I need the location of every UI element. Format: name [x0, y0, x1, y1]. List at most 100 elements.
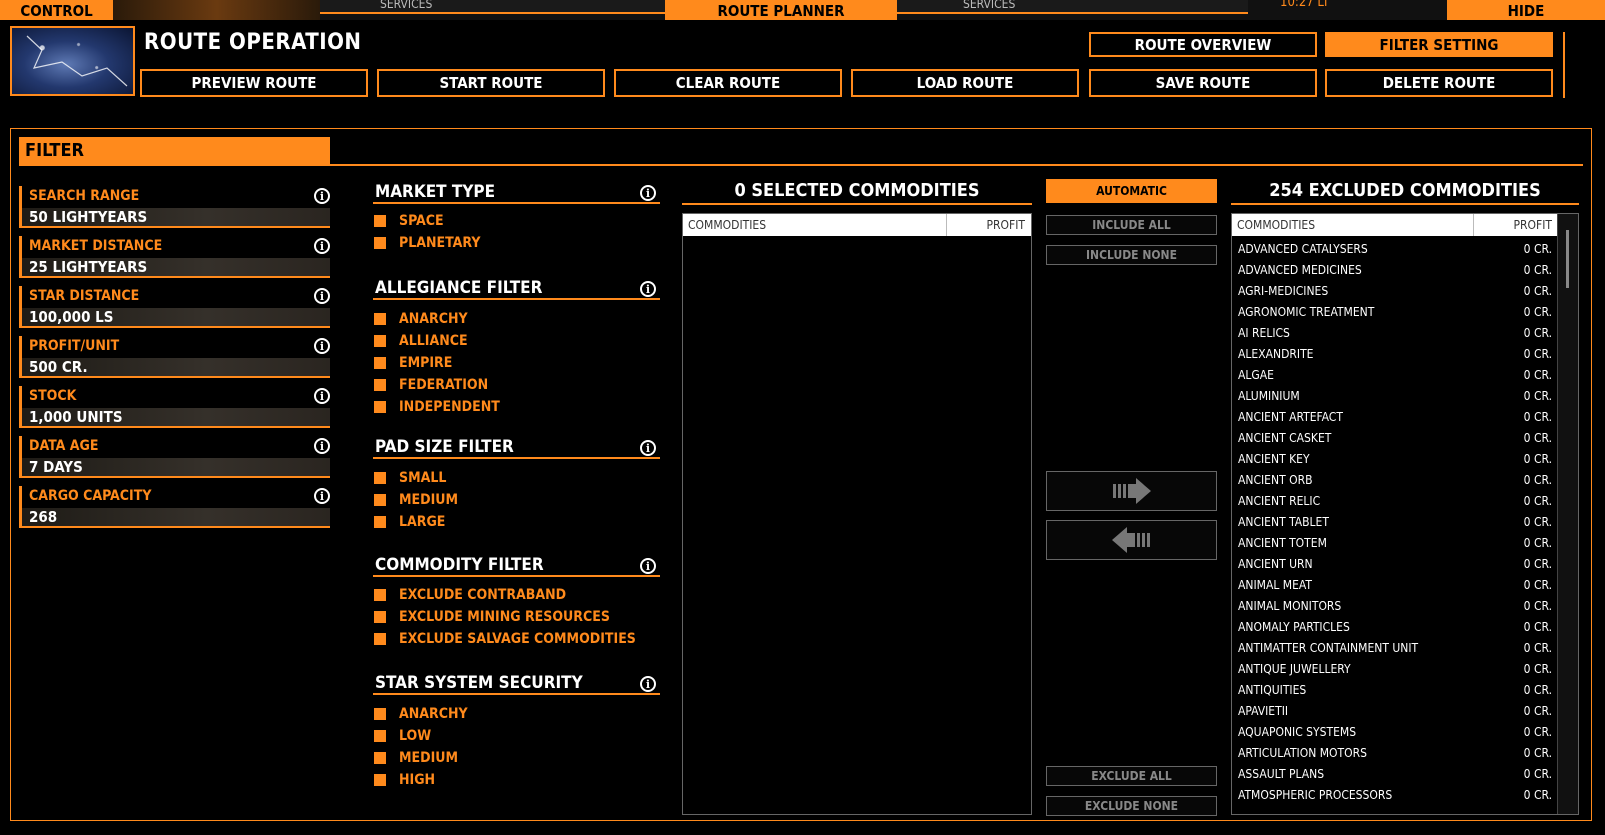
- checkbox-exclude-mining-resources[interactable]: EXCLUDE MINING RESOURCES: [374, 609, 610, 625]
- info-icon[interactable]: i: [640, 440, 656, 456]
- list-item[interactable]: AGRONOMIC TREATMENT 0 CR.: [1238, 302, 1552, 322]
- list-item[interactable]: ASSAULT PLANS 0 CR.: [1238, 764, 1552, 784]
- selected-commodities-list[interactable]: COMMODITIES PROFIT: [682, 213, 1032, 815]
- delete-route-button[interactable]: DELETE ROUTE: [1325, 69, 1553, 97]
- checkbox-large[interactable]: LARGE: [374, 514, 445, 530]
- scrollbar-thumb[interactable]: [1566, 230, 1569, 288]
- list-item[interactable]: ANTIQUITIES 0 CR.: [1238, 680, 1552, 700]
- checkbox-alliance[interactable]: ALLIANCE: [374, 333, 468, 349]
- list-item[interactable]: ANIMAL MEAT 0 CR.: [1238, 575, 1552, 595]
- start-route-button[interactable]: START ROUTE: [377, 69, 605, 97]
- checkbox-exclude-contraband[interactable]: EXCLUDE CONTRABAND: [374, 587, 566, 603]
- list-item[interactable]: ADVANCED CATALYSERS 0 CR.: [1238, 239, 1552, 259]
- list-item[interactable]: ANCIENT RELIC 0 CR.: [1238, 491, 1552, 511]
- checkbox-federation[interactable]: FEDERATION: [374, 377, 488, 393]
- hide-button[interactable]: HIDE: [1447, 0, 1605, 20]
- market-distance-field[interactable]: MARKET DISTANCE i 25 LIGHTYEARS: [19, 236, 330, 278]
- checkbox-box[interactable]: [374, 357, 386, 369]
- list-item[interactable]: ATMOSPHERIC PROCESSORS 0 CR.: [1238, 785, 1552, 805]
- cargo-capacity-field[interactable]: CARGO CAPACITY i 268: [19, 486, 330, 528]
- list-item[interactable]: AI RELICS 0 CR.: [1238, 323, 1552, 343]
- list-item[interactable]: ANCIENT TOTEM 0 CR.: [1238, 533, 1552, 553]
- checkbox-exclude-salvage-commodities[interactable]: EXCLUDE SALVAGE COMMODITIES: [374, 631, 636, 647]
- checkbox-box[interactable]: [374, 472, 386, 484]
- list-item[interactable]: APAVIETII 0 CR.: [1238, 701, 1552, 721]
- checkbox-box[interactable]: [374, 215, 386, 227]
- include-none-button[interactable]: INCLUDE NONE: [1046, 245, 1217, 265]
- stock-field[interactable]: STOCK i 1,000 UNITS: [19, 386, 330, 428]
- data-age-field[interactable]: DATA AGE i 7 DAYS: [19, 436, 330, 478]
- move-right-button[interactable]: [1046, 471, 1217, 511]
- checkbox-medium[interactable]: MEDIUM: [374, 492, 458, 508]
- list-item[interactable]: ANTIMATTER CONTAINMENT UNIT 0 CR.: [1238, 638, 1552, 658]
- checkbox-box[interactable]: [374, 774, 386, 786]
- list-item[interactable]: ANCIENT TABLET 0 CR.: [1238, 512, 1552, 532]
- info-icon[interactable]: i: [314, 338, 330, 354]
- checkbox-box[interactable]: [374, 379, 386, 391]
- list-item[interactable]: ARTICULATION MOTORS 0 CR.: [1238, 743, 1552, 763]
- list-item[interactable]: ANOMALY PARTICLES 0 CR.: [1238, 617, 1552, 637]
- column-header-commodities[interactable]: COMMODITIES: [1232, 214, 1474, 236]
- column-header-profit[interactable]: PROFIT: [947, 214, 1031, 236]
- list-item[interactable]: ANCIENT ORB 0 CR.: [1238, 470, 1552, 490]
- tab-control[interactable]: CONTROL: [0, 0, 113, 20]
- info-icon[interactable]: i: [640, 281, 656, 297]
- checkbox-box[interactable]: [374, 752, 386, 764]
- stock-value[interactable]: 1,000 UNITS: [22, 408, 330, 428]
- list-item[interactable]: ALUMINIUM 0 CR.: [1238, 386, 1552, 406]
- checkbox-box[interactable]: [374, 313, 386, 325]
- checkbox-box[interactable]: [374, 633, 386, 645]
- checkbox-empire[interactable]: EMPIRE: [374, 355, 452, 371]
- list-item[interactable]: ANTIQUE JUWELLERY 0 CR.: [1238, 659, 1552, 679]
- checkbox-box[interactable]: [374, 494, 386, 506]
- checkbox-box[interactable]: [374, 401, 386, 413]
- exclude-none-button[interactable]: EXCLUDE NONE: [1046, 796, 1217, 816]
- list-item[interactable]: ALEXANDRITE 0 CR.: [1238, 344, 1552, 364]
- checkbox-independent[interactable]: INDEPENDENT: [374, 399, 500, 415]
- checkbox-box[interactable]: [374, 730, 386, 742]
- clear-route-button[interactable]: CLEAR ROUTE: [614, 69, 842, 97]
- list-item[interactable]: ANCIENT KEY 0 CR.: [1238, 449, 1552, 469]
- info-icon[interactable]: i: [314, 488, 330, 504]
- exclude-all-button[interactable]: EXCLUDE ALL: [1046, 766, 1217, 786]
- market-distance-value[interactable]: 25 LIGHTYEARS: [22, 258, 330, 278]
- checkbox-box[interactable]: [374, 335, 386, 347]
- search-range-value[interactable]: 50 LIGHTYEARS: [22, 208, 330, 228]
- list-item[interactable]: AQUAPONIC SYSTEMS 0 CR.: [1238, 722, 1552, 742]
- scrollbar[interactable]: [1557, 214, 1578, 814]
- info-icon[interactable]: i: [314, 438, 330, 454]
- checkbox-box[interactable]: [374, 708, 386, 720]
- checkbox-anarchy[interactable]: ANARCHY: [374, 311, 468, 327]
- preview-route-button[interactable]: PREVIEW ROUTE: [140, 69, 368, 97]
- checkbox-security-low[interactable]: LOW: [374, 728, 431, 744]
- excluded-commodities-list[interactable]: COMMODITIES PROFIT ADVANCED CATALYSERS 0 …: [1231, 213, 1579, 815]
- load-route-button[interactable]: LOAD ROUTE: [851, 69, 1079, 97]
- route-overview-button[interactable]: ROUTE OVERVIEW: [1089, 32, 1317, 57]
- search-range-field[interactable]: SEARCH RANGE i 50 LIGHTYEARS: [19, 186, 330, 228]
- info-icon[interactable]: i: [314, 288, 330, 304]
- info-icon[interactable]: i: [640, 558, 656, 574]
- profit-unit-value[interactable]: 500 CR.: [22, 358, 330, 378]
- list-item[interactable]: ANCIENT ARTEFACT 0 CR.: [1238, 407, 1552, 427]
- checkbox-planetary[interactable]: PLANETARY: [374, 235, 480, 251]
- info-icon[interactable]: i: [314, 388, 330, 404]
- checkbox-box[interactable]: [374, 611, 386, 623]
- list-item[interactable]: ALGAE 0 CR.: [1238, 365, 1552, 385]
- checkbox-security-high[interactable]: HIGH: [374, 772, 435, 788]
- move-left-button[interactable]: [1046, 520, 1217, 560]
- list-item[interactable]: ANCIENT CASKET 0 CR.: [1238, 428, 1552, 448]
- automatic-button[interactable]: AUTOMATIC: [1046, 179, 1217, 203]
- list-item[interactable]: ANIMAL MONITORS 0 CR.: [1238, 596, 1552, 616]
- checkbox-box[interactable]: [374, 589, 386, 601]
- checkbox-small[interactable]: SMALL: [374, 470, 446, 486]
- info-icon[interactable]: i: [640, 185, 656, 201]
- checkbox-security-medium[interactable]: MEDIUM: [374, 750, 458, 766]
- save-route-button[interactable]: SAVE ROUTE: [1089, 69, 1317, 97]
- list-item[interactable]: ADVANCED MEDICINES 0 CR.: [1238, 260, 1552, 280]
- info-icon[interactable]: i: [640, 676, 656, 692]
- star-distance-field[interactable]: STAR DISTANCE i 100,000 LS: [19, 286, 330, 328]
- data-age-value[interactable]: 7 DAYS: [22, 458, 330, 478]
- checkbox-security-anarchy[interactable]: ANARCHY: [374, 706, 468, 722]
- include-all-button[interactable]: INCLUDE ALL: [1046, 215, 1217, 235]
- checkbox-box[interactable]: [374, 516, 386, 528]
